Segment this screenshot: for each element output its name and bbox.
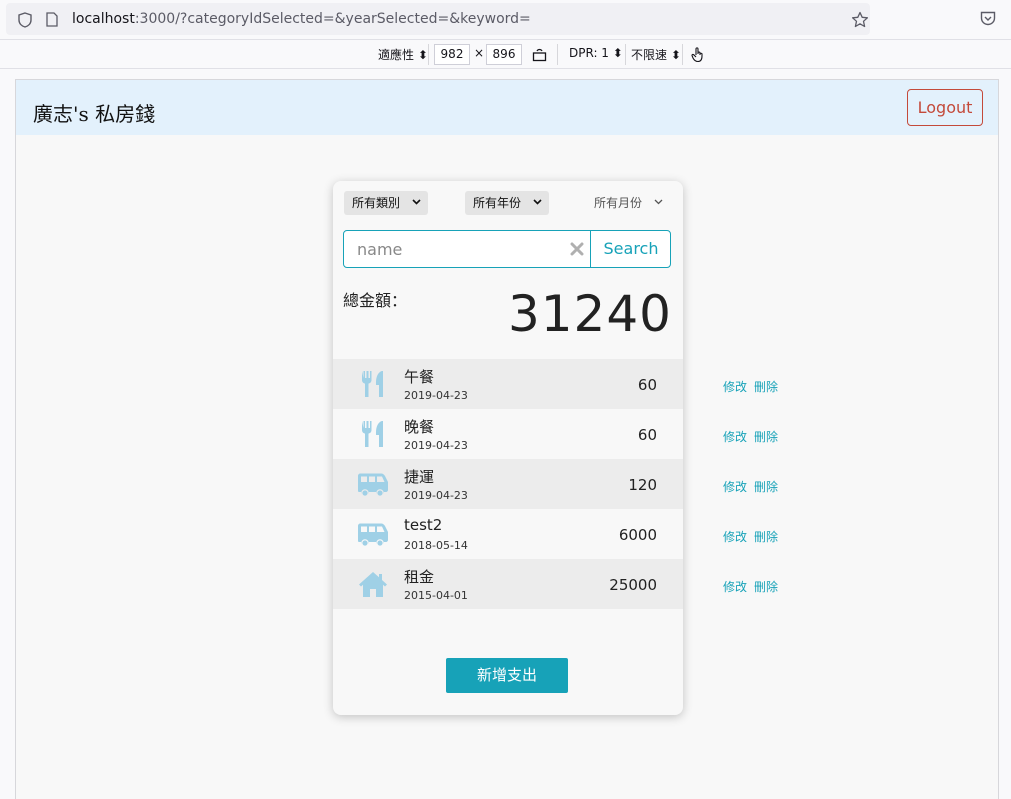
- separator: [625, 44, 626, 65]
- edit-link[interactable]: 修改: [723, 578, 747, 595]
- row-actions: 修改 刪除: [723, 409, 803, 459]
- category-select-value: 所有類別: [352, 196, 401, 210]
- record-amount: 25000: [609, 576, 657, 594]
- responsive-design-toolbar: 適應性 ⬍ 982 × 896 DPR: 1 ⬍ 不限速 ⬍: [0, 39, 1011, 69]
- chevron-down-icon: [654, 199, 663, 205]
- dpr-select[interactable]: DPR: 1 ⬍: [569, 46, 623, 60]
- logout-button[interactable]: Logout: [907, 89, 983, 126]
- record-amount: 120: [628, 476, 657, 494]
- utensils-icon: [362, 371, 383, 397]
- row-actions: 修改 刪除: [723, 359, 803, 409]
- record-date: 2015-04-01: [404, 589, 468, 602]
- browser-toolbar: localhost:3000/?categoryIdSelected=&year…: [0, 0, 1011, 39]
- list-item: 午餐 2019-04-23 60: [333, 359, 683, 409]
- record-date: 2019-04-23: [404, 489, 468, 502]
- chevron-down-icon: [412, 199, 421, 205]
- viewport-width-input[interactable]: 982: [434, 44, 470, 65]
- record-date: 2018-05-14: [404, 539, 468, 552]
- pocket-icon[interactable]: [980, 11, 996, 26]
- device-preset-label: 適應性: [378, 48, 415, 62]
- url-text[interactable]: localhost:3000/?categoryIdSelected=&year…: [72, 11, 531, 27]
- delete-link[interactable]: 刪除: [754, 378, 778, 395]
- edit-link[interactable]: 修改: [723, 378, 747, 395]
- search-button[interactable]: Search: [590, 231, 671, 267]
- record-amount: 60: [637, 426, 657, 444]
- category-select[interactable]: 所有類別: [344, 191, 428, 215]
- bookmark-star-icon[interactable]: [851, 11, 869, 29]
- viewport-height-input[interactable]: 896: [486, 44, 522, 65]
- url-bar[interactable]: localhost:3000/?categoryIdSelected=&year…: [6, 3, 870, 35]
- url-path: :3000/?categoryIdSelected=&yearSelected=…: [134, 11, 531, 27]
- url-host: localhost: [72, 11, 135, 27]
- delete-link[interactable]: 刪除: [754, 428, 778, 445]
- edit-link[interactable]: 修改: [723, 428, 747, 445]
- separator: [557, 44, 558, 65]
- edit-link[interactable]: 修改: [723, 528, 747, 545]
- shield-icon[interactable]: [18, 12, 32, 28]
- record-date: 2019-04-23: [404, 439, 468, 452]
- row-actions: 修改 刪除: [723, 459, 803, 509]
- total-label: 總金額：: [343, 291, 408, 310]
- record-name: 午餐: [404, 368, 435, 386]
- search-group: Search: [343, 230, 671, 268]
- record-amount: 60: [637, 376, 657, 394]
- shuttle-van-icon: [358, 523, 388, 547]
- total-amount: 31240: [507, 285, 672, 343]
- page-icon: [46, 12, 58, 27]
- home-icon: [359, 572, 387, 597]
- app-header: 廣志's 私房錢 Logout: [16, 80, 998, 135]
- record-date: 2019-04-23: [404, 389, 468, 402]
- month-select-value: 所有月份: [594, 196, 643, 210]
- year-select[interactable]: 所有年份: [465, 191, 549, 215]
- record-name: test2: [404, 516, 443, 534]
- record-name: 租金: [404, 568, 435, 586]
- list-item: 捷運 2019-04-23 120: [333, 459, 683, 509]
- row-actions: 修改 刪除: [723, 559, 803, 609]
- utensils-icon: [362, 421, 383, 447]
- rotate-viewport-icon[interactable]: [532, 47, 547, 62]
- throttle-label: 不限速: [631, 48, 668, 62]
- delete-link[interactable]: 刪除: [754, 578, 778, 595]
- clear-search-icon[interactable]: [570, 242, 584, 256]
- row-actions: 修改 刪除: [723, 509, 803, 559]
- delete-link[interactable]: 刪除: [754, 528, 778, 545]
- throttle-select[interactable]: 不限速 ⬍: [631, 46, 681, 63]
- record-amount: 6000: [618, 526, 657, 544]
- record-name: 捷運: [404, 468, 435, 486]
- list-item: test2 2018-05-14 6000: [333, 509, 683, 559]
- month-select[interactable]: 所有月份: [586, 191, 670, 215]
- dpr-label: DPR: 1: [569, 46, 609, 60]
- edit-link[interactable]: 修改: [723, 478, 747, 495]
- separator: [682, 44, 683, 65]
- search-input[interactable]: [345, 232, 585, 266]
- brand-title[interactable]: 廣志's 私房錢: [33, 98, 155, 127]
- expense-list: 午餐 2019-04-23 60 晚餐 2019-04-23 60 捷運 201…: [333, 359, 683, 609]
- device-preset-select[interactable]: 適應性 ⬍: [378, 46, 428, 63]
- add-expense-button[interactable]: 新增支出: [446, 658, 568, 693]
- expense-card: 所有類別 所有年份 所有月份 Search 總金額： 31240: [333, 181, 683, 715]
- record-name: 晚餐: [404, 418, 435, 436]
- times-sign: ×: [474, 46, 485, 60]
- delete-link[interactable]: 刪除: [754, 478, 778, 495]
- year-select-value: 所有年份: [473, 196, 522, 210]
- list-item: 晚餐 2019-04-23 60: [333, 409, 683, 459]
- separator: [428, 44, 429, 65]
- list-item: 租金 2015-04-01 25000: [333, 559, 683, 609]
- touch-simulation-icon[interactable]: [691, 46, 705, 63]
- shuttle-van-icon: [358, 473, 388, 497]
- chevron-down-icon: [533, 199, 542, 205]
- page-viewport: 廣志's 私房錢 Logout 所有類別 所有年份 所有月份 Search 總金…: [15, 79, 999, 799]
